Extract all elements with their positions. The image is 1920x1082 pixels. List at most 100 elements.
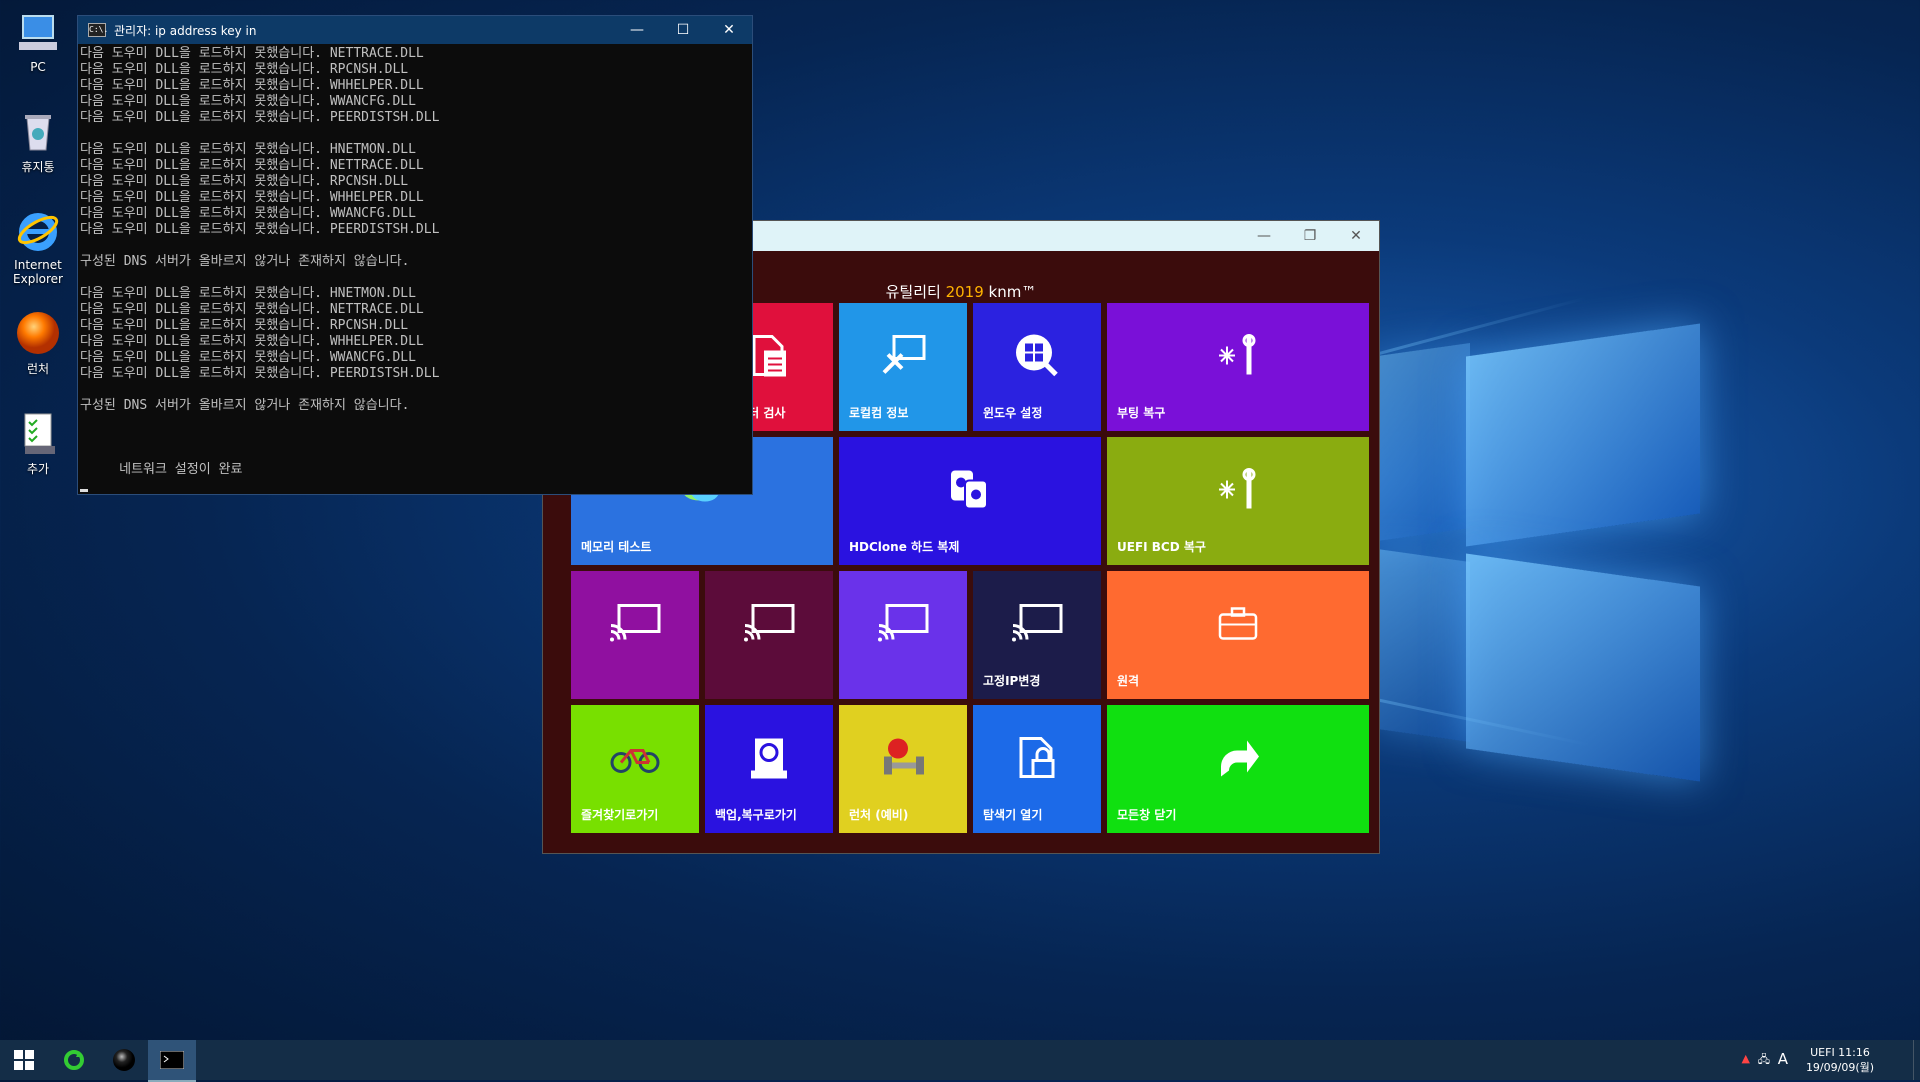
tile-즐겨찾기로가기[interactable]: 즐겨찾기로가기 [571,705,699,833]
backup-drive-icon [749,734,789,783]
desktop-icon-recycle-bin[interactable]: 휴지통 [0,108,76,175]
heading-prefix: 유틸리티 [885,283,946,301]
desktop-icon-label: 휴지통 [21,160,55,174]
console-titlebar[interactable]: C:\. 관리자: ip address key in — ☐ ✕ [78,16,752,44]
clock-time: UEFI 11:16 [1810,1046,1870,1059]
network-icon[interactable]: 🖧 [1758,1051,1770,1070]
console-line: 다음 도우미 DLL을 로드하지 못했습니다. NETTRACE.DLL [80,302,424,317]
console-line: 다음 도우미 DLL을 로드하지 못했습니다. RPCNSH.DLL [80,174,409,189]
windows-start-icon[interactable] [0,1040,48,1080]
desktop-icon-add[interactable]: 추가 [0,410,76,477]
tile-label: HDClone 하드 복제 [849,540,960,554]
cast-screen-icon [743,603,795,646]
console-window: C:\. 관리자: ip address key in — ☐ ✕ 다음 도우미… [77,15,753,495]
tile-백업,복구로가기[interactable]: 백업,복구로가기 [705,705,833,833]
wallpaper-windows-logo [1370,323,1710,790]
restore-button[interactable]: ❐ [1287,222,1333,250]
console-output[interactable]: 다음 도우미 DLL을 로드하지 못했습니다. NETTRACE.DLL 다음 도… [78,44,752,480]
console-line: 다음 도우미 DLL을 로드하지 못했습니다. WHHELPER.DLL [80,78,424,93]
heading-year: 2019 [945,283,984,301]
console-line: 다음 도우미 DLL을 로드하지 못했습니다. RPCNSH.DLL [80,62,409,77]
console-icon: C:\. [88,23,108,37]
console-line: 다음 도우미 DLL을 로드하지 못했습니다. PEERDISTSH.DLL [80,366,440,381]
desktop-icon-label: 런처 [26,362,50,376]
taskbar: ▲ 🖧 A UEFI 11:16 19/09/09(월) [0,1040,1920,1082]
console-cursor [80,489,88,492]
clock[interactable]: UEFI 11:16 19/09/09(월) [1800,1045,1880,1075]
console-line: 다음 도우미 DLL을 로드하지 못했습니다. NETTRACE.DLL [80,158,424,173]
apple-dumbbell-icon [878,734,928,783]
tile-label: 고정IP변경 [983,674,1041,688]
tile-label: 원격 [1117,674,1140,688]
internet-explorer-icon [15,208,61,254]
tile-HDClone-하드-복제[interactable]: HDClone 하드 복제 [839,437,1101,565]
cast-screen-icon [877,603,929,646]
tile-label: 즐겨찾기로가기 [581,808,659,822]
recycle-bin-icon [15,108,61,154]
tile-런처-(예비)[interactable]: 런처 (예비) [839,705,967,833]
clock-date: 19/09/09(월) [1805,1061,1875,1074]
desktop-icon-label: 추가 [26,462,50,476]
tile-cast-8[interactable] [571,571,699,699]
tile-label: 모든창 닫기 [1117,808,1177,822]
tile-부팅-복구[interactable]: 부팅 복구 [1107,303,1369,431]
desktop-icon-ie[interactable]: Internet Explorer [0,208,76,286]
checklist-icon [15,410,61,456]
black-sphere-icon[interactable] [100,1040,148,1080]
close-button[interactable]: ✕ [706,16,752,44]
close-button[interactable]: ✕ [1333,222,1379,250]
console-line: 다음 도우미 DLL을 로드하지 못했습니다. WWANCFG.DLL [80,206,416,221]
console-line: 다음 도우미 DLL을 로드하지 못했습니다. HNETMON.DLL [80,142,416,157]
cast-screen-icon [1011,603,1063,646]
tile-고정IP변경[interactable]: 고정IP변경 [973,571,1101,699]
console-line: 다음 도우미 DLL을 로드하지 못했습니다. PEERDISTSH.DLL [80,110,440,125]
tile-UEFI-BCD-복구[interactable]: UEFI BCD 복구 [1107,437,1369,565]
tile-탐색기-열기[interactable]: 탐색기 열기 [973,705,1101,833]
tile-label: UEFI BCD 복구 [1117,540,1206,554]
tile-cast-10[interactable] [839,571,967,699]
tile-label: 메모리 테스트 [581,540,652,554]
bicycle-icon [610,740,660,777]
heading-suffix: knm™ [983,283,1037,301]
ime-indicator[interactable]: A [1778,1050,1788,1068]
console-line: 구성된 DNS 서버가 올바르지 않거나 존재하지 않습니다. [80,254,410,269]
console-line: 다음 도우미 DLL을 로드하지 못했습니다. NETTRACE.DLL [80,46,424,61]
tile-cast-9[interactable] [705,571,833,699]
console-line: 네트워크 설정이 완료 [80,462,243,477]
tile-label: 백업,복구로가기 [715,808,797,822]
console-line: 다음 도우미 DLL을 로드하지 못했습니다. RPCNSH.DLL [80,318,409,333]
tile-label: 탐색기 열기 [983,808,1043,822]
desktop-icon-pc[interactable]: PC [0,10,76,74]
desktop-icon-launcher[interactable]: 런처 [0,310,76,377]
monitor-tools-icon [880,332,926,381]
minimize-button[interactable]: — [1241,222,1287,250]
console-line: 구성된 DNS 서버가 올바르지 않거나 존재하지 않습니다. [80,398,410,413]
tile-label: 로컬컴 정보 [849,406,909,420]
refresh-sync-icon[interactable] [50,1040,98,1080]
clone-icon [947,466,993,515]
tile-label: 런처 (예비) [849,808,909,822]
briefcase-icon [1218,606,1258,643]
tile-모든창-닫기[interactable]: 모든창 닫기 [1107,705,1369,833]
tile-로컬컴-정보[interactable]: 로컬컴 정보 [839,303,967,431]
tile-윈도우-설정[interactable]: 윈도우 설정 [973,303,1101,431]
tile-원격[interactable]: 원격 [1107,571,1369,699]
console-line: 다음 도우미 DLL을 로드하지 못했습니다. HNETMON.DLL [80,286,416,301]
computer-icon [15,10,61,56]
locked-file-icon [1017,734,1057,783]
network-warning-icon[interactable]: ▲ [1742,1052,1750,1065]
console-line: 다음 도우미 DLL을 로드하지 못했습니다. PEERDISTSH.DLL [80,222,440,237]
tile-label: 부팅 복구 [1117,406,1166,420]
show-desktop-button[interactable] [1913,1040,1920,1080]
repair-tools-icon [1215,466,1261,515]
maximize-button[interactable]: ☐ [660,16,706,44]
minimize-button[interactable]: — [614,16,660,44]
desktop-icon-label: PC [30,60,46,74]
console-icon[interactable] [148,1040,196,1082]
